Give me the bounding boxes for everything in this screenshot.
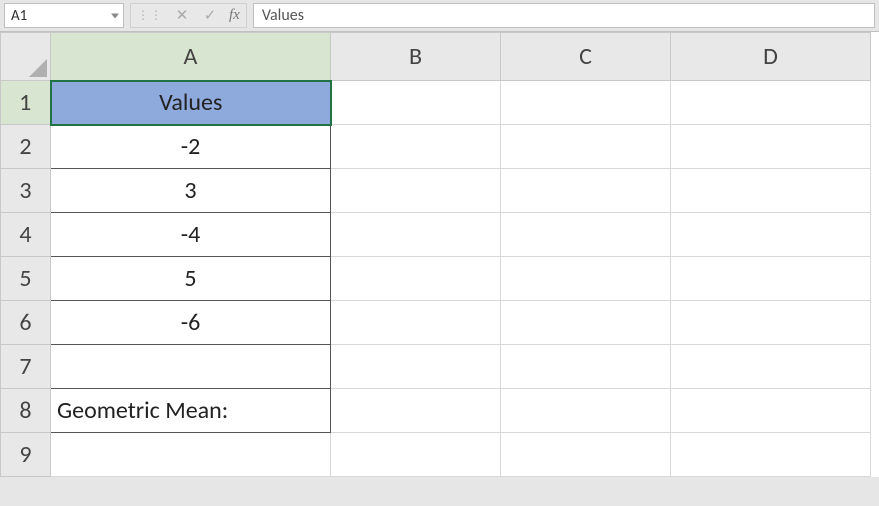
cell-B5[interactable] (331, 257, 501, 301)
col-header-D[interactable]: D (671, 33, 871, 81)
cell-A4[interactable]: -4 (51, 213, 331, 257)
row-header-7[interactable]: 7 (1, 345, 51, 389)
cell-B9[interactable] (331, 433, 501, 477)
cell-C9[interactable] (501, 433, 671, 477)
triangle-icon (29, 59, 47, 77)
cell-A8[interactable]: Geometric Mean: (51, 389, 331, 433)
fx-icon[interactable]: fx (229, 7, 240, 24)
cell-B8[interactable] (331, 389, 501, 433)
formula-bar-controls: ⋮⋮ ✕ ✓ fx (130, 3, 247, 28)
row-header-2[interactable]: 2 (1, 125, 51, 169)
row-header-9[interactable]: 9 (1, 433, 51, 477)
cell-B2[interactable] (331, 125, 501, 169)
cell-B4[interactable] (331, 213, 501, 257)
cell-D1[interactable] (671, 81, 871, 125)
cell-A3[interactable]: 3 (51, 169, 331, 213)
cell-A5[interactable]: 5 (51, 257, 331, 301)
cell-C3[interactable] (501, 169, 671, 213)
cell-B1[interactable] (331, 81, 501, 125)
row-header-8[interactable]: 8 (1, 389, 51, 433)
spreadsheet-grid[interactable]: A B C D 1 Values 2 -2 3 3 4 -4 5 5 (0, 32, 879, 477)
cell-A6[interactable]: -6 (51, 301, 331, 345)
name-box-value: A1 (11, 7, 27, 25)
cell-D6[interactable] (671, 301, 871, 345)
cell-A1[interactable]: Values (51, 81, 331, 125)
row-header-1[interactable]: 1 (1, 81, 51, 125)
formula-bar: A1 ⋮⋮ ✕ ✓ fx Values (0, 0, 879, 32)
cell-B3[interactable] (331, 169, 501, 213)
cell-C8[interactable] (501, 389, 671, 433)
cell-B6[interactable] (331, 301, 501, 345)
cell-C4[interactable] (501, 213, 671, 257)
cell-A7[interactable] (51, 345, 331, 389)
name-box[interactable]: A1 (4, 3, 124, 28)
cell-B7[interactable] (331, 345, 501, 389)
cell-D9[interactable] (671, 433, 871, 477)
col-header-A[interactable]: A (51, 33, 331, 81)
row-header-4[interactable]: 4 (1, 213, 51, 257)
cell-C2[interactable] (501, 125, 671, 169)
cell-C6[interactable] (501, 301, 671, 345)
cell-A2[interactable]: -2 (51, 125, 331, 169)
cell-C5[interactable] (501, 257, 671, 301)
cell-C7[interactable] (501, 345, 671, 389)
cell-A9[interactable] (51, 433, 331, 477)
formula-input-value: Values (262, 6, 304, 25)
cell-D2[interactable] (671, 125, 871, 169)
col-header-C[interactable]: C (501, 33, 671, 81)
cell-D3[interactable] (671, 169, 871, 213)
drag-handle-icon[interactable]: ⋮⋮ (137, 13, 163, 19)
row-header-6[interactable]: 6 (1, 301, 51, 345)
cell-D4[interactable] (671, 213, 871, 257)
chevron-down-icon[interactable] (111, 13, 119, 18)
enter-icon[interactable]: ✓ (201, 6, 219, 25)
col-header-B[interactable]: B (331, 33, 501, 81)
row-header-5[interactable]: 5 (1, 257, 51, 301)
cell-D7[interactable] (671, 345, 871, 389)
row-header-3[interactable]: 3 (1, 169, 51, 213)
cell-D8[interactable] (671, 389, 871, 433)
formula-input[interactable]: Values (253, 3, 875, 28)
cancel-icon[interactable]: ✕ (173, 6, 191, 25)
cell-C1[interactable] (501, 81, 671, 125)
cell-D5[interactable] (671, 257, 871, 301)
select-all-corner[interactable] (1, 33, 51, 81)
